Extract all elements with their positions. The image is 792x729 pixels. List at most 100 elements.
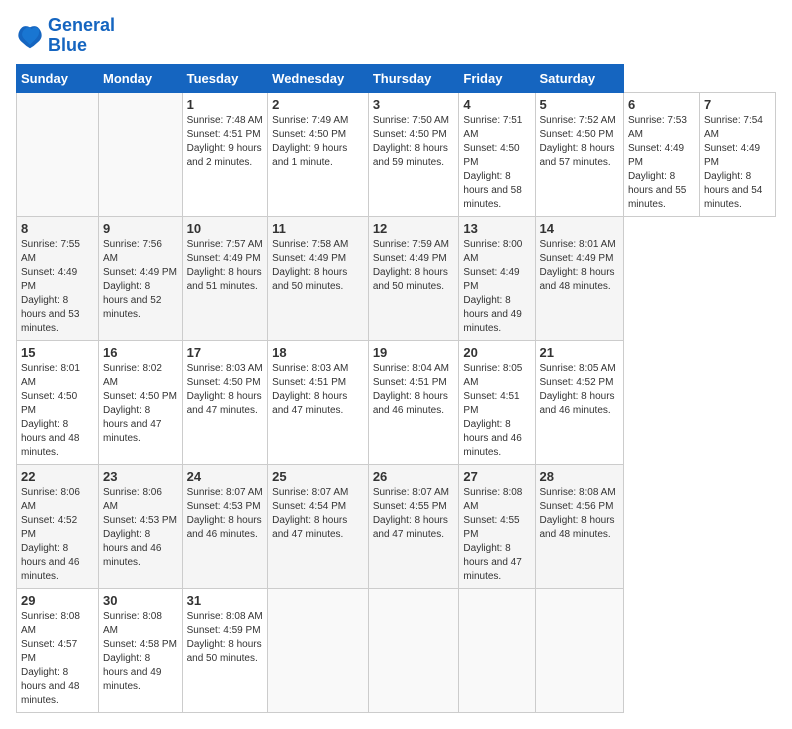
calendar-cell: 22 Sunrise: 8:06 AMSunset: 4:52 PMDayligh… [17, 464, 99, 588]
calendar-header-row: SundayMondayTuesdayWednesdayThursdayFrid… [17, 64, 776, 92]
day-info: Sunrise: 8:01 AMSunset: 4:50 PMDaylight:… [21, 362, 94, 460]
header-cell-saturday: Saturday [535, 64, 623, 92]
calendar-cell: 24 Sunrise: 8:07 AMSunset: 4:53 PMDayligh… [182, 464, 268, 588]
day-number: 30 [103, 593, 178, 608]
calendar-cell [368, 588, 459, 712]
day-number: 17 [187, 345, 264, 360]
day-number: 24 [187, 469, 264, 484]
calendar-cell: 17 Sunrise: 8:03 AMSunset: 4:50 PMDayligh… [182, 340, 268, 464]
calendar-cell: 7Sunrise: 7:54 AMSunset: 4:49 PMDaylight… [699, 92, 775, 216]
day-info: Sunrise: 7:59 AMSunset: 4:49 PMDaylight:… [373, 238, 455, 294]
day-number: 26 [373, 469, 455, 484]
day-info: Sunrise: 7:57 AMSunset: 4:49 PMDaylight:… [187, 238, 264, 294]
day-info: Sunrise: 7:49 AMSunset: 4:50 PMDaylight:… [272, 114, 364, 170]
header-cell-tuesday: Tuesday [182, 64, 268, 92]
day-number: 8 [21, 221, 94, 236]
day-info: Sunrise: 7:50 AMSunset: 4:50 PMDaylight:… [373, 114, 455, 170]
calendar-cell: 20Sunrise: 8:05 AMSunset: 4:51 PMDayligh… [459, 340, 535, 464]
day-number: 31 [187, 593, 264, 608]
day-number: 27 [463, 469, 530, 484]
calendar-cell: 21 Sunrise: 8:05 AMSunset: 4:52 PMDayligh… [535, 340, 623, 464]
day-number: 25 [272, 469, 364, 484]
calendar-cell: 5Sunrise: 7:52 AMSunset: 4:50 PMDaylight… [535, 92, 623, 216]
calendar-cell: 8 Sunrise: 7:55 AMSunset: 4:49 PMDaylight… [17, 216, 99, 340]
day-info: Sunrise: 8:02 AMSunset: 4:50 PMDaylight:… [103, 362, 178, 446]
day-number: 28 [540, 469, 619, 484]
calendar-cell: 14 Sunrise: 8:01 AMSunset: 4:49 PMDayligh… [535, 216, 623, 340]
day-info: Sunrise: 8:01 AMSunset: 4:49 PMDaylight:… [540, 238, 619, 294]
day-number: 12 [373, 221, 455, 236]
day-info: Sunrise: 8:08 AMSunset: 4:55 PMDaylight:… [463, 486, 530, 584]
header-cell-monday: Monday [99, 64, 183, 92]
day-info: Sunrise: 7:53 AMSunset: 4:49 PMDaylight:… [628, 114, 695, 212]
calendar-cell: 4Sunrise: 7:51 AMSunset: 4:50 PMDaylight… [459, 92, 535, 216]
day-number: 6 [628, 97, 695, 112]
logo-text: General Blue [48, 16, 115, 56]
header-cell-thursday: Thursday [368, 64, 459, 92]
day-number: 21 [540, 345, 619, 360]
day-info: Sunrise: 7:58 AMSunset: 4:49 PMDaylight:… [272, 238, 364, 294]
day-number: 3 [373, 97, 455, 112]
calendar-cell: 29Sunrise: 8:08 AMSunset: 4:57 PMDayligh… [17, 588, 99, 712]
day-number: 2 [272, 97, 364, 112]
day-number: 5 [540, 97, 619, 112]
calendar-cell: 30 Sunrise: 8:08 AMSunset: 4:58 PMDayligh… [99, 588, 183, 712]
calendar-week-1: 1Sunrise: 7:48 AMSunset: 4:51 PMDaylight… [17, 92, 776, 216]
day-info: Sunrise: 7:48 AMSunset: 4:51 PMDaylight:… [187, 114, 264, 170]
day-info: Sunrise: 8:05 AMSunset: 4:52 PMDaylight:… [540, 362, 619, 418]
calendar-week-2: 8 Sunrise: 7:55 AMSunset: 4:49 PMDaylight… [17, 216, 776, 340]
calendar-cell [535, 588, 623, 712]
calendar-cell: 13Sunrise: 8:00 AMSunset: 4:49 PMDayligh… [459, 216, 535, 340]
calendar-cell: 15 Sunrise: 8:01 AMSunset: 4:50 PMDayligh… [17, 340, 99, 464]
day-info: Sunrise: 8:08 AMSunset: 4:56 PMDaylight:… [540, 486, 619, 542]
calendar-cell [459, 588, 535, 712]
calendar-cell: 12 Sunrise: 7:59 AMSunset: 4:49 PMDayligh… [368, 216, 459, 340]
calendar-week-3: 15 Sunrise: 8:01 AMSunset: 4:50 PMDayligh… [17, 340, 776, 464]
header-cell-wednesday: Wednesday [268, 64, 369, 92]
logo-icon [16, 22, 44, 50]
day-number: 9 [103, 221, 178, 236]
day-info: Sunrise: 8:06 AMSunset: 4:52 PMDaylight:… [21, 486, 94, 584]
calendar-cell: 16 Sunrise: 8:02 AMSunset: 4:50 PMDayligh… [99, 340, 183, 464]
calendar-body: 1Sunrise: 7:48 AMSunset: 4:51 PMDaylight… [17, 92, 776, 712]
day-number: 7 [704, 97, 771, 112]
day-info: Sunrise: 7:55 AMSunset: 4:49 PMDaylight:… [21, 238, 94, 336]
calendar-cell: 3 Sunrise: 7:50 AMSunset: 4:50 PMDaylight… [368, 92, 459, 216]
day-info: Sunrise: 7:51 AMSunset: 4:50 PMDaylight:… [463, 114, 530, 212]
calendar-cell: 28 Sunrise: 8:08 AMSunset: 4:56 PMDayligh… [535, 464, 623, 588]
day-number: 11 [272, 221, 364, 236]
day-number: 15 [21, 345, 94, 360]
day-info: Sunrise: 8:03 AMSunset: 4:51 PMDaylight:… [272, 362, 364, 418]
day-info: Sunrise: 8:03 AMSunset: 4:50 PMDaylight:… [187, 362, 264, 418]
day-number: 16 [103, 345, 178, 360]
calendar-cell: 26 Sunrise: 8:07 AMSunset: 4:55 PMDayligh… [368, 464, 459, 588]
calendar-cell [99, 92, 183, 216]
day-info: Sunrise: 8:08 AMSunset: 4:57 PMDaylight:… [21, 610, 94, 708]
calendar-cell: 10Sunrise: 7:57 AMSunset: 4:49 PMDayligh… [182, 216, 268, 340]
calendar-cell: 31Sunrise: 8:08 AMSunset: 4:59 PMDayligh… [182, 588, 268, 712]
day-info: Sunrise: 8:06 AMSunset: 4:53 PMDaylight:… [103, 486, 178, 570]
day-info: Sunrise: 8:08 AMSunset: 4:58 PMDaylight:… [103, 610, 178, 694]
day-info: Sunrise: 8:07 AMSunset: 4:53 PMDaylight:… [187, 486, 264, 542]
day-info: Sunrise: 8:04 AMSunset: 4:51 PMDaylight:… [373, 362, 455, 418]
day-info: Sunrise: 8:07 AMSunset: 4:55 PMDaylight:… [373, 486, 455, 542]
day-info: Sunrise: 7:56 AMSunset: 4:49 PMDaylight:… [103, 238, 178, 322]
calendar-cell: 9 Sunrise: 7:56 AMSunset: 4:49 PMDaylight… [99, 216, 183, 340]
calendar-cell: 6 Sunrise: 7:53 AMSunset: 4:49 PMDaylight… [623, 92, 699, 216]
day-number: 13 [463, 221, 530, 236]
day-number: 19 [373, 345, 455, 360]
calendar-cell: 2 Sunrise: 7:49 AMSunset: 4:50 PMDaylight… [268, 92, 369, 216]
calendar-cell: 23 Sunrise: 8:06 AMSunset: 4:53 PMDayligh… [99, 464, 183, 588]
calendar-table: SundayMondayTuesdayWednesdayThursdayFrid… [16, 64, 776, 713]
day-number: 14 [540, 221, 619, 236]
day-info: Sunrise: 8:05 AMSunset: 4:51 PMDaylight:… [463, 362, 530, 460]
day-number: 22 [21, 469, 94, 484]
header-cell-sunday: Sunday [17, 64, 99, 92]
calendar-cell: 1Sunrise: 7:48 AMSunset: 4:51 PMDaylight… [182, 92, 268, 216]
calendar-cell: 19 Sunrise: 8:04 AMSunset: 4:51 PMDayligh… [368, 340, 459, 464]
header: General Blue [16, 16, 776, 56]
day-info: Sunrise: 8:07 AMSunset: 4:54 PMDaylight:… [272, 486, 364, 542]
calendar-week-4: 22 Sunrise: 8:06 AMSunset: 4:52 PMDayligh… [17, 464, 776, 588]
day-number: 23 [103, 469, 178, 484]
calendar-cell: 11 Sunrise: 7:58 AMSunset: 4:49 PMDayligh… [268, 216, 369, 340]
